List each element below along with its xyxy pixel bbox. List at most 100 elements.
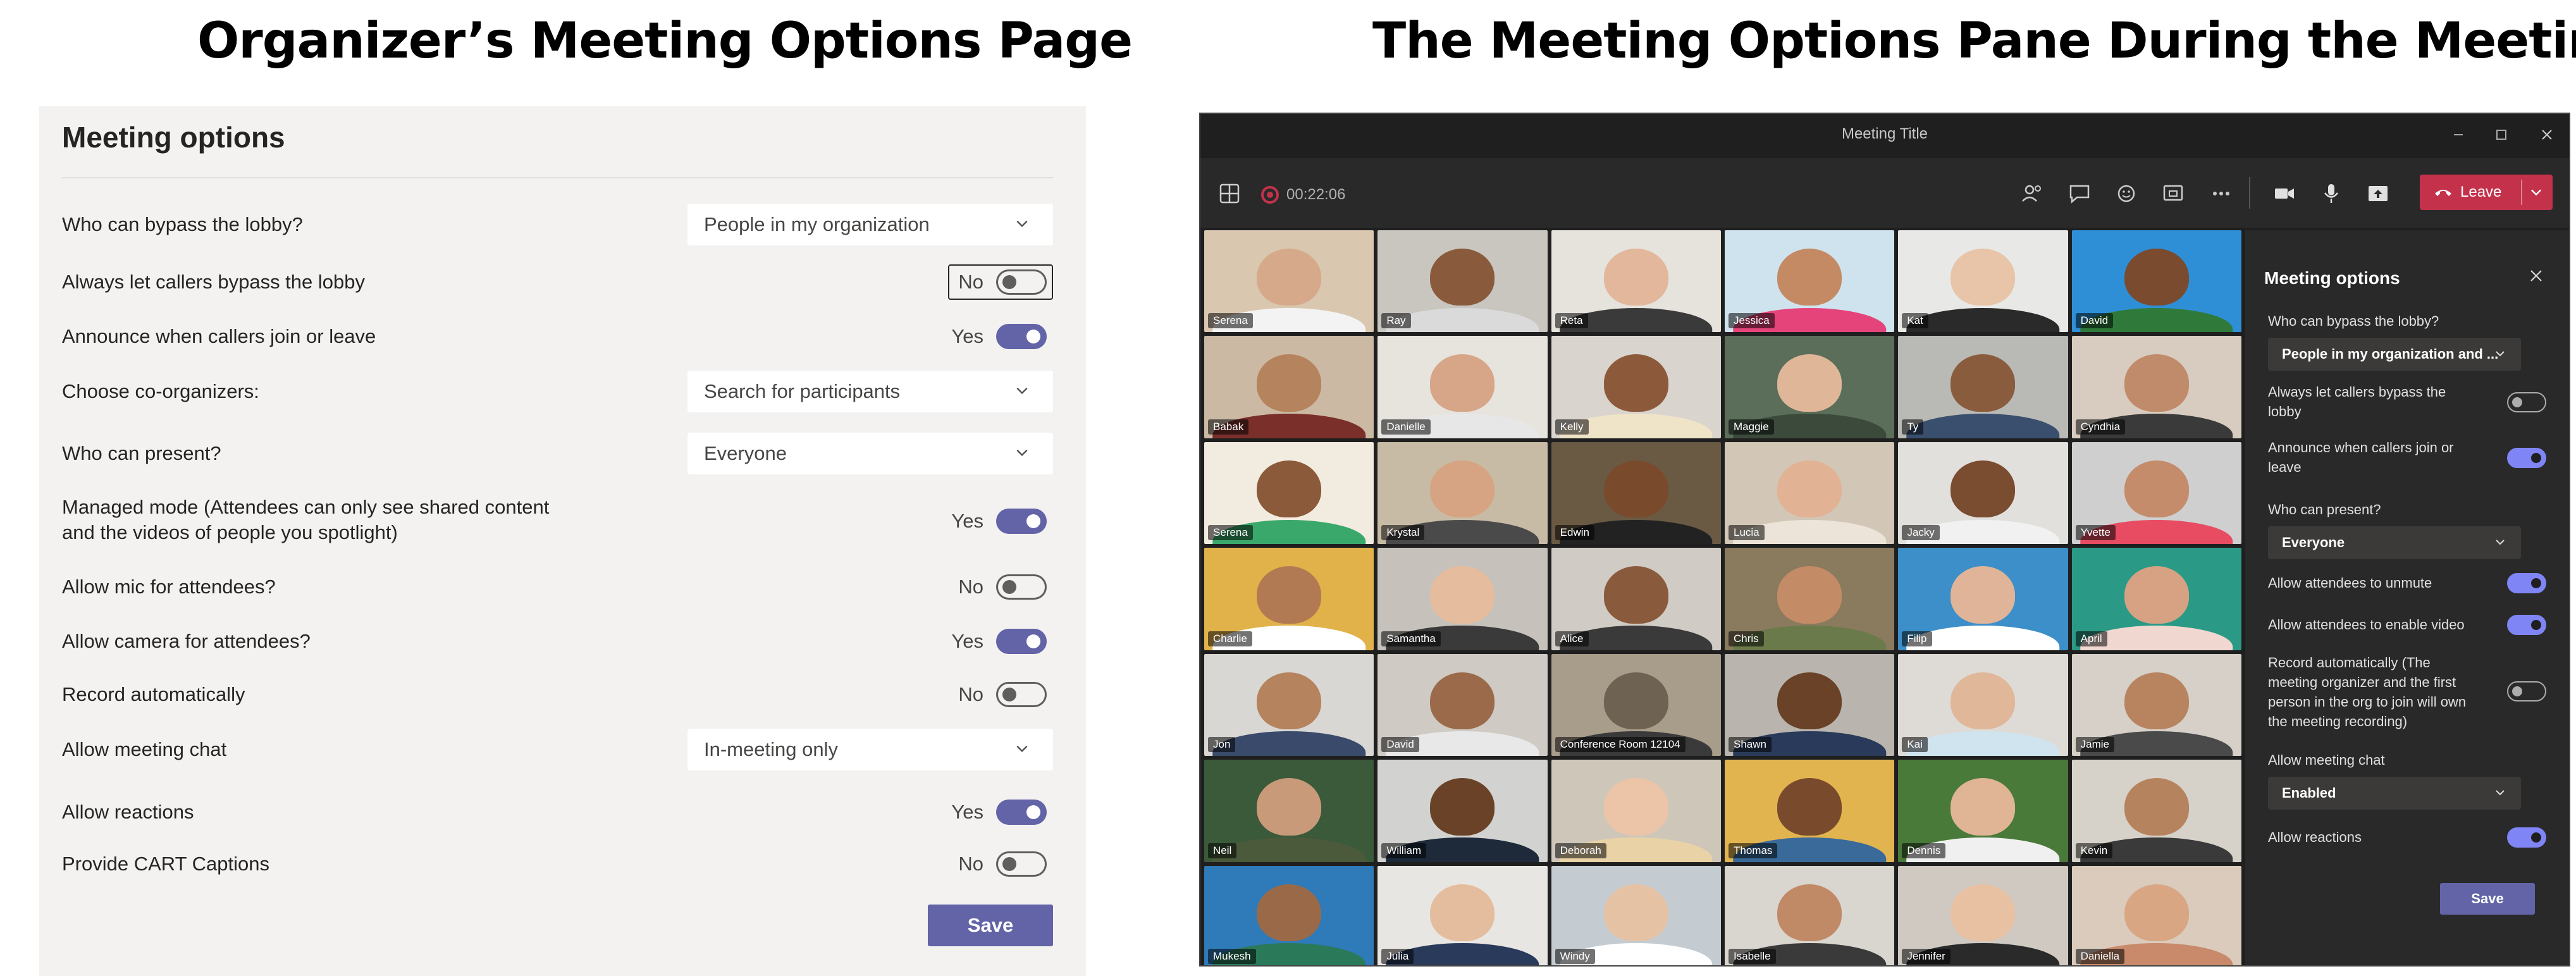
participant-name: April [2075,631,2107,646]
camera-label: Allow camera for attendees? [62,630,311,652]
record-toggle[interactable] [996,682,1047,707]
participant-tile[interactable]: Windy [1551,865,1721,965]
minimize-icon[interactable] [2449,125,2468,144]
co-organizers-label: Choose co-organizers: [62,380,259,402]
participant-tile[interactable]: Alice [1551,548,1721,650]
participant-tile[interactable]: Jamie [2071,653,2241,757]
participant-tile[interactable]: Jessica [1725,230,1895,333]
participant-tile[interactable]: Serena [1204,230,1374,333]
announce-toggle[interactable] [996,324,1047,349]
share-icon[interactable] [2365,181,2391,206]
pane-present-dropdown[interactable]: Everyone [2268,526,2521,559]
maximize-icon[interactable] [2492,125,2511,144]
pane-reactions-toggle[interactable] [2507,827,2546,848]
share-tray-icon[interactable] [2160,181,2186,206]
participant-tile[interactable]: William [1377,760,1548,862]
participant-tile[interactable]: Yvette [2071,442,2241,545]
close-window-icon[interactable] [2537,125,2556,144]
participant-tile[interactable]: Kelly [1551,336,1721,438]
pane-save-button[interactable]: Save [2440,883,2535,915]
participant-tile[interactable]: Danielle [1377,336,1548,438]
participant-tile[interactable]: Ray [1377,230,1548,333]
participant-tile[interactable]: Cyndhia [2071,336,2241,438]
participant-tile[interactable]: Jacky [1898,442,2068,545]
participant-tile[interactable]: Chris [1725,548,1895,650]
pane-chat-dropdown[interactable]: Enabled [2268,777,2521,810]
participant-tile[interactable]: Lucia [1725,442,1895,545]
participant-tile[interactable]: David [1377,653,1548,757]
mic-toggle[interactable] [996,574,1047,600]
pane-lobby-dropdown[interactable]: People in my organization and ... [2268,338,2521,371]
camera-icon[interactable] [2272,181,2297,206]
participant-tile[interactable]: Jennifer [1898,865,2068,965]
participant-tile[interactable]: Charlie [1204,548,1374,650]
participant-tile[interactable]: Samantha [1377,548,1548,650]
chevron-down-icon [1016,387,1028,394]
participant-name: David [2075,313,2114,329]
participant-tile[interactable]: Kai [1898,653,2068,757]
pane-announce-toggle[interactable] [2507,448,2546,468]
present-dropdown[interactable]: Everyone [687,433,1053,474]
participant-face [1257,778,1322,836]
participant-tile[interactable]: David [2071,230,2241,333]
participant-tile[interactable]: Kat [1898,230,2068,333]
reactions-icon[interactable] [2114,181,2139,206]
pane-video-toggle[interactable] [2507,615,2546,635]
left-heading: Organizer’s Meeting Options Page [197,13,1133,70]
cart-toggle[interactable] [996,851,1047,877]
participant-tile[interactable]: Dennis [1898,760,2068,862]
mic-icon[interactable] [2319,181,2344,206]
save-button[interactable]: Save [928,905,1053,946]
pane-unmute-toggle[interactable] [2507,573,2546,593]
participant-tile[interactable]: Daniella [2071,865,2241,965]
chevron-down-icon [2496,540,2505,545]
participant-tile[interactable]: Reta [1551,230,1721,333]
participant-tile[interactable]: Ty [1898,336,2068,438]
participant-tile[interactable]: Mukesh [1204,865,1374,965]
participant-tile[interactable]: April [2071,548,2241,650]
close-icon[interactable] [2527,267,2545,285]
participant-tile[interactable]: Jon [1204,653,1374,757]
participant-tile[interactable]: Maggie [1725,336,1895,438]
chevron-down-icon[interactable] [2529,185,2544,200]
mic-label: Allow mic for attendees? [62,576,276,598]
participant-name: Jamie [2075,737,2115,753]
pane-callers-bypass-toggle[interactable] [2507,392,2546,412]
reactions-toggle[interactable] [996,800,1047,825]
managed-mode-toggle[interactable] [996,509,1047,534]
participant-tile[interactable]: Deborah [1551,760,1721,862]
callers-bypass-toggle[interactable] [996,269,1047,295]
participant-tile[interactable]: Babak [1204,336,1374,438]
participant-name: Jacky [1902,525,1940,541]
chat-icon[interactable] [2067,181,2092,206]
participant-tile[interactable]: Krystal [1377,442,1548,545]
participant-tile[interactable]: Conference Room 12104 [1551,653,1721,757]
pane-record-line4: the meeting recording) [2268,713,2408,729]
pane-record-toggle[interactable] [2507,681,2546,701]
chevron-down-icon [2496,351,2505,357]
announce-label: Announce when callers join or leave [62,325,376,347]
camera-toggle[interactable] [996,629,1047,654]
participant-tile[interactable]: Kevin [2071,760,2241,862]
layout-icon[interactable] [1217,181,1242,206]
participants-icon[interactable] [2020,181,2045,206]
participant-tile[interactable]: Serena [1204,442,1374,545]
participant-tile[interactable]: Edwin [1551,442,1721,545]
participant-tile[interactable]: Isabelle [1725,865,1895,965]
participant-tile[interactable]: Thomas [1725,760,1895,862]
participant-face [1777,566,1842,624]
more-icon[interactable] [2209,181,2234,206]
participant-name: Isabelle [1729,949,1776,964]
mic-state: No [958,576,983,598]
lobby-dropdown[interactable]: People in my organization [687,204,1053,245]
participant-tile[interactable]: Neil [1204,760,1374,862]
participant-tile[interactable]: Shawn [1725,653,1895,757]
co-organizers-search[interactable]: Search for participants [687,371,1053,412]
participant-tile[interactable]: Filip [1898,548,2068,650]
chat-dropdown[interactable]: In-meeting only [687,729,1053,770]
participant-tile[interactable]: Julia [1377,865,1548,965]
pane-row-callers-bypass: Always let callers bypass the lobby [2268,382,2546,423]
meeting-toolbar: 00:22:06 Leave [1200,158,2569,228]
leave-button[interactable]: Leave [2420,175,2553,210]
pane-row-announce: Announce when callers join or leave [2268,438,2546,478]
